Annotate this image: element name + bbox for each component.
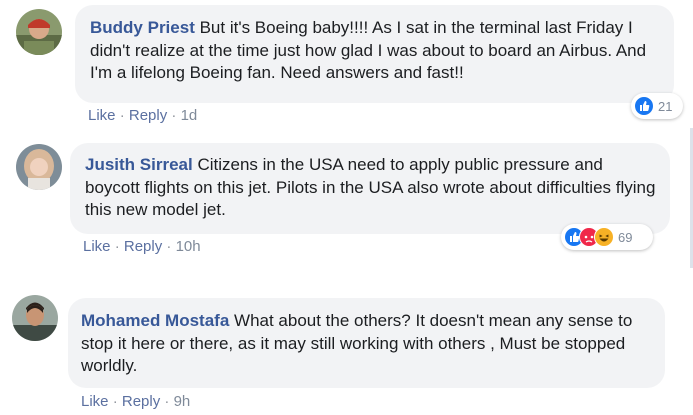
separator: · bbox=[164, 393, 170, 410]
haha-icon bbox=[594, 227, 614, 247]
comment-actions: Like · Reply · 10h bbox=[83, 238, 201, 255]
comment-bubble: Mohamed Mostafa What about the others? I… bbox=[68, 298, 665, 388]
separator: · bbox=[114, 238, 120, 255]
like-link[interactable]: Like bbox=[83, 238, 111, 255]
comment-actions: Like · Reply · 1d bbox=[88, 107, 197, 124]
avatar[interactable] bbox=[12, 295, 58, 341]
separator: · bbox=[112, 393, 118, 410]
reaction-summary[interactable]: 21 bbox=[631, 93, 683, 119]
separator: · bbox=[166, 238, 172, 255]
reaction-count: 21 bbox=[658, 98, 673, 114]
like-icon bbox=[634, 96, 654, 116]
like-link[interactable]: Like bbox=[81, 393, 109, 410]
reply-link[interactable]: Reply bbox=[124, 238, 162, 255]
separator: · bbox=[119, 107, 125, 124]
timestamp[interactable]: 9h bbox=[174, 393, 191, 410]
separator: · bbox=[171, 107, 177, 124]
avatar[interactable] bbox=[16, 9, 62, 55]
reply-link[interactable]: Reply bbox=[129, 107, 167, 124]
comment-author[interactable]: Jusith Sirreal bbox=[85, 155, 193, 174]
avatar[interactable] bbox=[16, 144, 62, 190]
comment-bubble: Jusith Sirreal Citizens in the USA need … bbox=[70, 143, 670, 234]
reaction-summary[interactable]: 69 bbox=[561, 224, 653, 250]
comment-bubble: Buddy Priest But it's Boeing baby!!!! As… bbox=[75, 5, 674, 103]
comment-actions: Like · Reply · 9h bbox=[81, 393, 190, 410]
timestamp[interactable]: 10h bbox=[176, 238, 201, 255]
comment-author[interactable]: Mohamed Mostafa bbox=[81, 311, 229, 330]
reaction-count: 69 bbox=[618, 229, 633, 245]
like-link[interactable]: Like bbox=[88, 107, 116, 124]
timestamp[interactable]: 1d bbox=[181, 107, 198, 124]
comment-author[interactable]: Buddy Priest bbox=[90, 18, 195, 37]
reply-link[interactable]: Reply bbox=[122, 393, 160, 410]
